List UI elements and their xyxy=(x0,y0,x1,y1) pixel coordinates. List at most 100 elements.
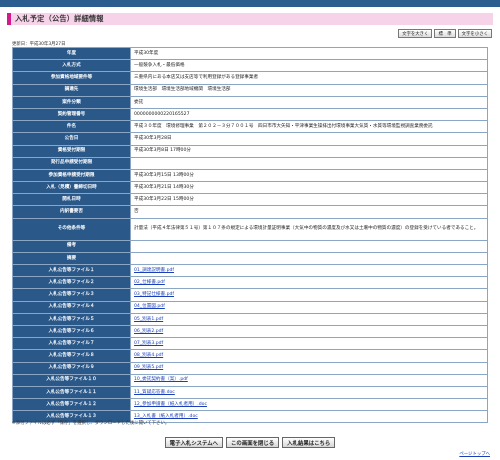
file-row-label: 入札公告等ファイル６ xyxy=(12,324,131,339)
file-row-label: 入札公告等ファイル４ xyxy=(12,300,131,314)
detail-row: 資格受付期限 平成30年3月8日 17時00分 xyxy=(12,144,488,158)
detail-row: その他条件等 計量法（平成４年法律第５１号）第１０７条の規定による環境計量証明事業… xyxy=(12,217,488,241)
detail-row-label: 発行品申請受付期限 xyxy=(12,156,131,170)
file-download-link[interactable]: 04_位置図.pdf xyxy=(134,304,165,309)
file-row: 入札公告等ファイル６ 06_別表2.pdf xyxy=(12,324,488,339)
detail-row: 契約管理番号 0000000000220165527 xyxy=(12,107,488,122)
file-row-cell: 08_別表4.pdf xyxy=(130,349,488,363)
file-row-cell: 02_仕様書.pdf xyxy=(130,276,488,290)
detail-row-value: 否 xyxy=(130,205,488,219)
page-top-link[interactable]: ページトップへ xyxy=(459,451,490,457)
detail-row-label: 入札方式 xyxy=(12,59,131,73)
detail-table: 年度 平成30年度 入札方式 一般競争入札・最低価格 参加資格地域要件等 三重県内にある本… xyxy=(12,46,488,424)
file-row: 入札公告等ファイル８ 08_別表4.pdf xyxy=(12,349,488,363)
file-row-label: 入札公告等ファイル１２ xyxy=(12,398,131,412)
bid-results-button[interactable]: 入札結果はこちら xyxy=(282,437,336,448)
file-row-cell: 05_別表1.pdf xyxy=(130,312,488,326)
text-smaller-button[interactable]: 文字を小さく xyxy=(457,29,492,38)
detail-row-label: 資格受付期限 xyxy=(12,144,131,158)
detail-row: 開札日時 平成30年3月22日 15時00分 xyxy=(12,193,488,207)
e-bidding-system-button[interactable]: 電子入札システムへ xyxy=(164,437,224,448)
text-size-controls: 文字を大きく 標 準 文字を小さく xyxy=(398,29,492,38)
file-download-link[interactable]: 07_別表3.pdf xyxy=(134,341,163,346)
file-row: 入札公告等ファイル７ 07_別表3.pdf xyxy=(12,337,488,351)
file-download-link[interactable]: 06_別表2.pdf xyxy=(134,329,163,334)
file-download-link[interactable]: 12_参加申請書（紙入札者用）.doc xyxy=(134,402,207,407)
file-row-label: 入札公告等ファイル２ xyxy=(12,276,131,290)
file-download-link[interactable]: 02_仕様書.pdf xyxy=(134,280,165,285)
detail-row: 参加資格申請受付期限 平成30年3月15日 13時00分 xyxy=(12,168,488,183)
detail-row-label: 年度 xyxy=(12,46,131,61)
file-row: 入札公告等ファイル５ 05_別表1.pdf xyxy=(12,312,488,326)
file-row-cell: 10_委託契約書（案）.pdf xyxy=(130,373,488,387)
file-row: 入札公告等ファイル３ 03_特記仕様書.pdf xyxy=(12,288,488,302)
file-row-label: 入札公告等ファイル５ xyxy=(12,312,131,326)
detail-row-label: 備考 xyxy=(12,239,131,253)
file-row: 入札公告等ファイル２ 02_仕様書.pdf xyxy=(12,276,488,290)
file-row-cell: 06_別表2.pdf xyxy=(130,324,488,339)
text-larger-button[interactable]: 文字を大きく xyxy=(398,29,433,38)
file-row: 入札公告等ファイル１０ 10_委託契約書（案）.pdf xyxy=(12,373,488,387)
detail-row-value: 平成30年3月21日 14時30分 xyxy=(130,181,488,195)
file-row-label: 入札公告等ファイル１ xyxy=(12,263,131,278)
download-note: ※添付ファイルは必ず「保存」を選択し、ダウンロードした後に開いて下さい。 xyxy=(12,421,170,426)
detail-row-label: 摘要 xyxy=(12,251,131,266)
detail-row-value xyxy=(130,251,488,266)
detail-row-value: 環境生活部 環境生活部地域機関 環境生活部 xyxy=(130,83,488,97)
file-download-link[interactable]: 08_別表4.pdf xyxy=(134,353,163,358)
file-row: 入札公告等ファイル４ 04_位置図.pdf xyxy=(12,300,488,314)
file-row-label: 入札公告等ファイル８ xyxy=(12,349,131,363)
detail-row-label: その他条件等 xyxy=(12,217,131,241)
detail-row-label: 入札（見積）書締切日時 xyxy=(12,181,131,195)
detail-row: 公告日 平成30年3月28日 xyxy=(12,132,488,146)
detail-row-value: 平成30年度 xyxy=(130,46,488,61)
detail-row-label: 参加資格申請受付期限 xyxy=(12,168,131,183)
detail-row: 発行品申請受付期限 xyxy=(12,156,488,170)
detail-row: 内訳書要否否 xyxy=(12,205,488,219)
file-download-link[interactable]: 11_質疑応答書.doc xyxy=(134,390,175,395)
file-row-label: 入札公告等ファイル１０ xyxy=(12,373,131,387)
detail-row-value xyxy=(130,239,488,253)
detail-row-value: 平成30年3月22日 15時00分 xyxy=(130,193,488,207)
detail-row-label: 公告日 xyxy=(12,132,131,146)
detail-row-label: 開札日時 xyxy=(12,193,131,207)
file-row-cell: 12_参加申請書（紙入札者用）.doc xyxy=(130,398,488,412)
bottom-buttons: 電子入札システムへ この画面を閉じる 入札結果はこちら xyxy=(0,437,500,448)
file-download-link[interactable]: 01_調達説明書.pdf xyxy=(134,268,174,273)
detail-row-value: 平成30年3月8日 17時00分 xyxy=(130,144,488,158)
file-row-label: 入札公告等ファイル３ xyxy=(12,288,131,302)
detail-row: 摘要 xyxy=(12,251,488,266)
file-row-cell: 04_位置図.pdf xyxy=(130,300,488,314)
file-download-link[interactable]: 05_別表1.pdf xyxy=(134,317,163,322)
detail-row-value: 0000000000220165527 xyxy=(130,107,488,122)
detail-row: 件名 平成３０年度 環境修理事業 第２０２－３分７００１号 四日市市大矢知・平津事… xyxy=(12,120,488,134)
file-row-cell: 13_入札書（紙入札者用）.doc xyxy=(130,410,488,424)
detail-row-value: 平成３０年度 環境修理事業 第２０２－３分７００１号 四日市市大矢知・平津事業生… xyxy=(130,120,488,134)
detail-row: 備考 xyxy=(12,239,488,253)
file-row: 入札公告等ファイル９ 09_別表5.pdf xyxy=(12,361,488,375)
page-title-bar: 入札予定（公告）詳細情報 xyxy=(7,13,493,25)
detail-row: 入札方式 一般競争入札・最低価格 xyxy=(12,59,488,73)
file-row-cell: 09_別表5.pdf xyxy=(130,361,488,375)
close-window-button[interactable]: この画面を閉じる xyxy=(226,437,280,448)
file-row: 入札公告等ファイル１ 01_調達説明書.pdf xyxy=(12,263,488,278)
detail-row-value: 委託 xyxy=(130,95,488,109)
detail-row-value: 平成30年3月28日 xyxy=(130,132,488,146)
file-row: 入札公告等ファイル１１ 11_質疑応答書.doc xyxy=(12,385,488,400)
detail-row-label: 案件分類 xyxy=(12,95,131,109)
page-title: 入札予定（公告）詳細情報 xyxy=(15,14,104,23)
file-row-label: 入札公告等ファイル１１ xyxy=(12,385,131,400)
detail-row-value: 一般競争入札・最低価格 xyxy=(130,59,488,73)
file-download-link[interactable]: 09_別表5.pdf xyxy=(134,365,163,370)
file-row-cell: 11_質疑応答書.doc xyxy=(130,385,488,400)
detail-row-label: 内訳書要否 xyxy=(12,205,131,219)
file-download-link[interactable]: 10_委託契約書（案）.pdf xyxy=(134,377,188,382)
detail-row-value: 三重県内にある本店又は支店等で利用登録がある登録事業者 xyxy=(130,71,488,85)
file-download-link[interactable]: 13_入札書（紙入札者用）.doc xyxy=(134,414,198,419)
detail-row-label: 件名 xyxy=(12,120,131,134)
text-standard-button[interactable]: 標 準 xyxy=(434,29,456,38)
detail-row-value: 計量法（平成４年法律第５１号）第１０７条の規定による環境計量証明事業（大気中の物… xyxy=(130,217,488,241)
detail-row-value xyxy=(130,156,488,170)
file-download-link[interactable]: 03_特記仕様書.pdf xyxy=(134,292,174,297)
file-row-cell: 01_調達説明書.pdf xyxy=(130,263,488,278)
